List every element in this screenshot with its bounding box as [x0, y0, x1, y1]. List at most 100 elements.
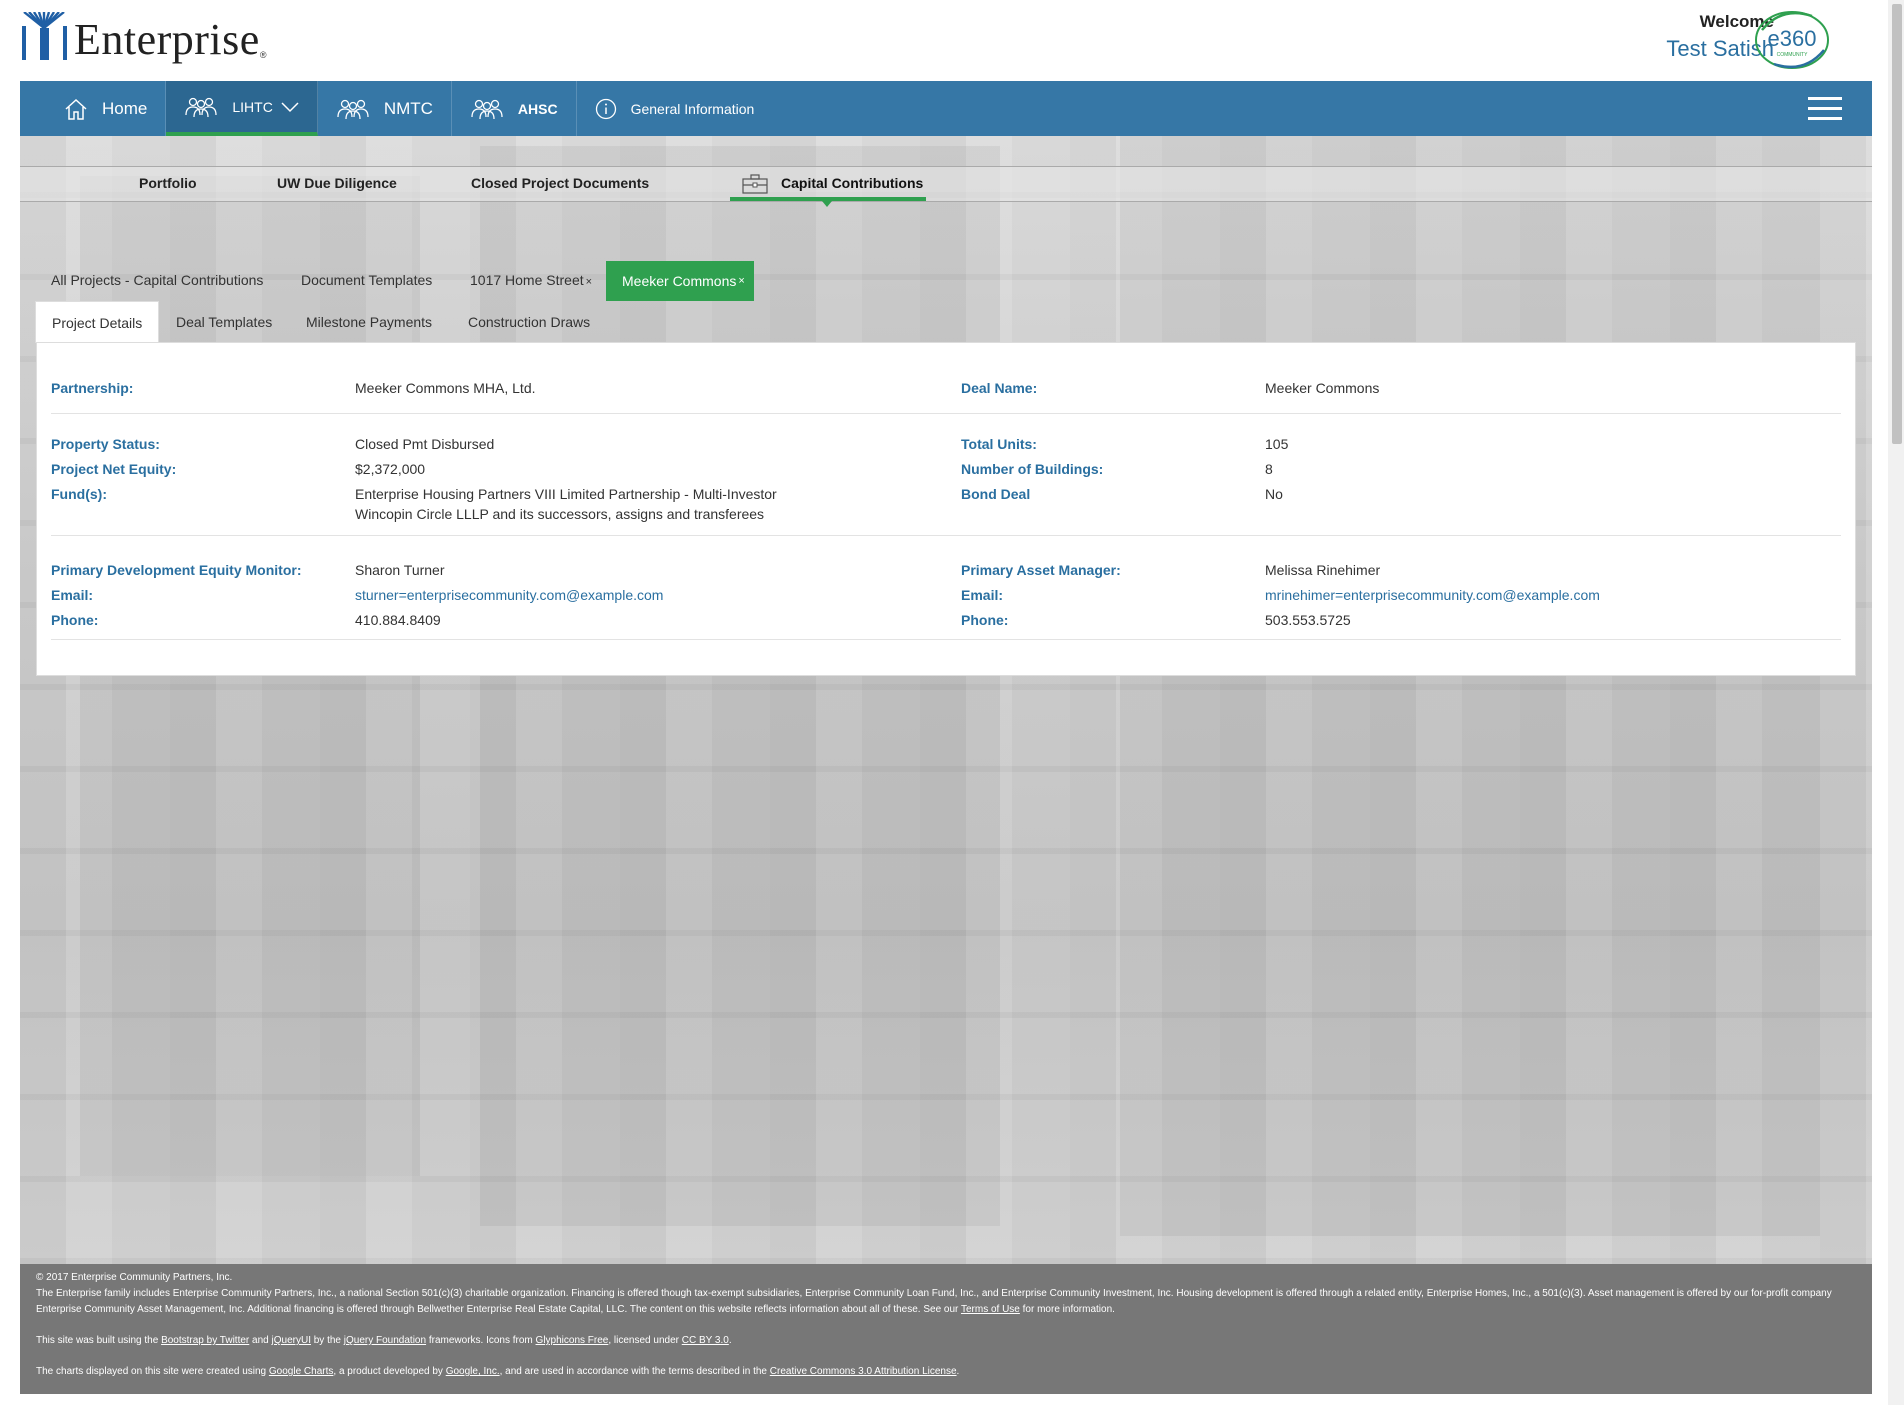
footer-about-text: The Enterprise family includes Enterpris… [36, 1288, 1832, 1315]
divider [51, 413, 1841, 414]
tab-milestone-payments[interactable]: Milestone Payments [290, 301, 448, 343]
nav-home-label: Home [102, 98, 148, 118]
partnership-value: Meeker Commons MHA, Ltd. [355, 380, 536, 396]
terms-of-use-link[interactable]: Terms of Use [961, 1304, 1020, 1315]
deal-name-value: Meeker Commons [1265, 380, 1380, 396]
footer-charts-text: The charts displayed on this site were c… [36, 1366, 267, 1377]
footer-charts: The charts displayed on this site were c… [36, 1366, 960, 1377]
number-of-buildings-label: Number of Buildings: [961, 461, 1104, 477]
footer-charts-text-3: , and are used in accordance with the te… [499, 1366, 767, 1377]
site-footer: © 2017 Enterprise Community Partners, In… [20, 1264, 1872, 1394]
divider [51, 639, 1841, 640]
close-icon[interactable]: × [586, 276, 592, 288]
deal-name-label: Deal Name: [961, 380, 1038, 396]
page-scrollbar[interactable] [1888, 0, 1904, 1405]
monitor-phone-label: Phone: [51, 612, 99, 628]
manager-email-label: Email: [961, 587, 1004, 603]
hamburger-menu-icon[interactable] [1808, 97, 1842, 121]
tab-project-details[interactable]: Project Details [35, 301, 160, 343]
info-icon [595, 98, 616, 119]
nav-nmtc[interactable]: NMTC [318, 81, 452, 136]
subnav-capital-label: Capital Contributions [781, 175, 924, 191]
asset-manager-value: Melissa Rinehimer [1265, 562, 1381, 578]
tab-construction-draws[interactable]: Construction Draws [452, 301, 606, 343]
project-details-panel: Partnership: Meeker Commons MHA, Ltd. De… [36, 342, 1856, 676]
subnav-uw-due-diligence[interactable]: UW Due Diligence [277, 175, 397, 191]
footer-and-text: and [252, 1335, 269, 1346]
project-net-equity-value: $2,372,000 [355, 461, 426, 477]
tab-1017-home-street[interactable]: 1017 Home Street × [470, 272, 592, 288]
brand-name: Enterprise [74, 15, 260, 64]
tab-document-templates[interactable]: Document Templates [301, 272, 432, 288]
partnership-label: Partnership: [51, 380, 134, 396]
footer-icons-text: frameworks. Icons from [428, 1335, 533, 1346]
main-nav: Home LIHTC NMTC AHSC General Information [20, 81, 1872, 136]
bootstrap-link[interactable]: Bootstrap by Twitter [161, 1335, 249, 1346]
monitor-email-label: Email: [51, 587, 94, 603]
jqueryui-link[interactable]: jQueryUI [272, 1335, 311, 1346]
total-units-value: 105 [1265, 436, 1289, 452]
monitor-phone-value: 410.884.8409 [355, 612, 441, 628]
people-group-icon [471, 99, 503, 119]
property-status-value: Closed Pmt Disbursed [355, 436, 495, 452]
tab-1017-home-street-label: 1017 Home Street [470, 272, 584, 288]
subnav-capital-contributions[interactable]: Capital Contributions [730, 167, 926, 207]
subnav-closed-project-documents[interactable]: Closed Project Documents [471, 175, 649, 191]
people-group-icon [337, 99, 369, 119]
bond-deal-value: No [1265, 486, 1283, 502]
e360-badge-subtext: COMMUNITY [1777, 52, 1808, 58]
enterprise-logo[interactable]: Enterprise ® [22, 12, 267, 64]
footer-by-the-text: by the [313, 1335, 341, 1346]
number-of-buildings-value: 8 [1265, 461, 1273, 477]
total-units-label: Total Units: [961, 436, 1037, 452]
tab-all-projects[interactable]: All Projects - Capital Contributions [51, 272, 263, 288]
manager-email-link[interactable]: mrinehimer=enterprisecommunity.com@examp… [1265, 585, 1600, 605]
people-group-icon [185, 97, 218, 117]
nav-ahsc-label: AHSC [517, 100, 558, 117]
chevron-down-icon [281, 101, 299, 112]
divider [51, 535, 1841, 536]
tab-meeker-commons-label: Meeker Commons [622, 273, 737, 289]
tab-meeker-commons[interactable]: Meeker Commons × [606, 261, 754, 301]
fund-value-2: Wincopin Circle LLLP and its successors,… [355, 506, 765, 522]
enterprise-sunburst-icon [22, 12, 67, 60]
home-icon [65, 98, 87, 120]
nav-nmtc-label: NMTC [383, 98, 433, 118]
close-icon[interactable]: × [738, 275, 744, 287]
fund-value-1: Enterprise Housing Partners VIII Limited… [355, 486, 777, 502]
footer-built-text: This site was built using the [36, 1335, 159, 1346]
footer-charts-text-2: , a product developed by [333, 1366, 443, 1377]
nav-lihtc-label: LIHTC [232, 98, 273, 115]
cc-attribution-link[interactable]: Creative Commons 3.0 Attribution License [770, 1366, 957, 1377]
equity-monitor-label: Primary Development Equity Monitor: [51, 562, 302, 578]
scrollbar-thumb[interactable] [1892, 4, 1902, 444]
cc-by-link[interactable]: CC BY 3.0 [682, 1335, 729, 1346]
sub-nav: Portfolio UW Due Diligence Closed Projec… [20, 166, 1872, 207]
bond-deal-label: Bond Deal [961, 486, 1031, 502]
footer-built-with: This site was built using the Bootstrap … [36, 1335, 732, 1346]
registered-mark: ® [259, 50, 267, 60]
google-link[interactable]: Google, Inc. [446, 1366, 500, 1377]
active-caret-icon [822, 201, 832, 207]
footer-about: The Enterprise family includes Enterpris… [36, 1286, 1856, 1318]
monitor-email-link[interactable]: sturner=enterprisecommunity.com@example.… [355, 585, 663, 605]
nav-home[interactable]: Home [20, 81, 167, 136]
e360-community-logo[interactable]: e360 COMMUNITY [1752, 8, 1834, 72]
nav-ahsc[interactable]: AHSC [452, 81, 577, 136]
equity-monitor-value: Sharon Turner [355, 562, 445, 578]
glyphicons-link[interactable]: Glyphicons Free [536, 1335, 609, 1346]
nav-general-information[interactable]: General Information [577, 81, 773, 136]
nav-lihtc[interactable]: LIHTC [166, 81, 318, 136]
manager-phone-label: Phone: [961, 612, 1009, 628]
property-status-label: Property Status: [51, 436, 160, 452]
footer-about-text-end: for more information. [1022, 1304, 1115, 1315]
tab-deal-templates[interactable]: Deal Templates [160, 301, 288, 343]
e360-badge-text: e360 [1768, 26, 1817, 51]
subnav-portfolio[interactable]: Portfolio [139, 175, 197, 191]
google-charts-link[interactable]: Google Charts [269, 1366, 333, 1377]
nav-general-label: General Information [630, 100, 755, 117]
asset-manager-label: Primary Asset Manager: [961, 562, 1121, 578]
footer-licensed-text: , licensed under [608, 1335, 679, 1346]
jquery-foundation-link[interactable]: jQuery Foundation [344, 1335, 426, 1346]
footer-copyright: © 2017 Enterprise Community Partners, In… [36, 1272, 233, 1283]
